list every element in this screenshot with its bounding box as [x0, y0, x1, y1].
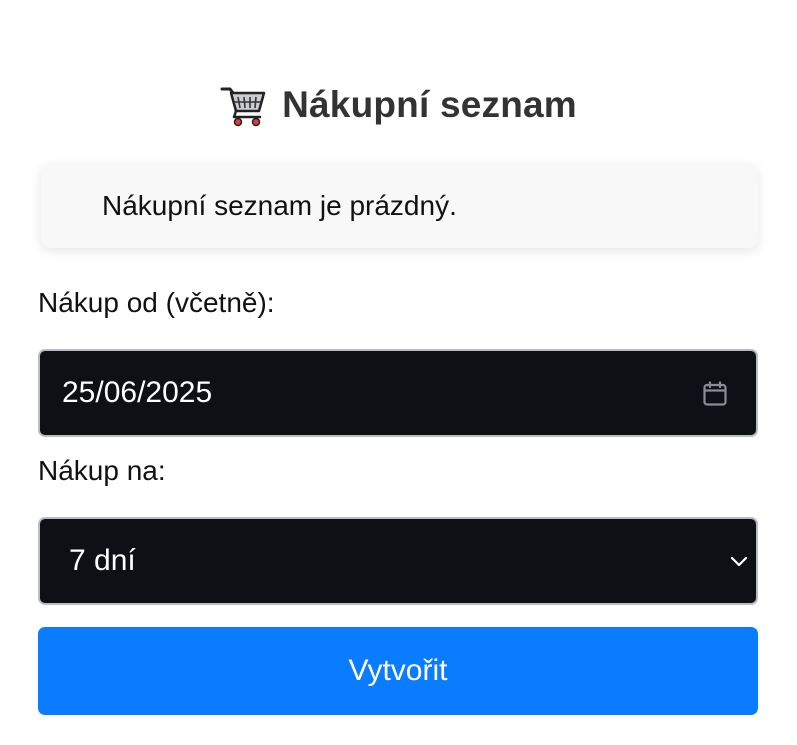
calendar-icon[interactable]	[702, 381, 728, 407]
duration-label: Nákup na:	[38, 455, 166, 486]
empty-list-text: Nákupní seznam je prázdný.	[102, 190, 457, 221]
page-title: Nákupní seznam	[282, 84, 577, 125]
page-header: Nákupní seznam	[0, 78, 797, 132]
date-from-input[interactable]: 25/06/2025	[38, 349, 758, 437]
shopping-cart-icon	[220, 87, 266, 127]
chevron-down-icon	[730, 556, 748, 567]
date-from-label: Nákup od (včetně):	[38, 287, 275, 318]
page: Nákupní seznam Nákupní seznam je prázdný…	[0, 0, 797, 745]
empty-list-message: Nákupní seznam je prázdný.	[41, 164, 758, 248]
date-from-value: 25/06/2025	[62, 376, 213, 409]
duration-selected-value: 7 dní	[69, 544, 136, 577]
create-button[interactable]: Vytvořit	[38, 627, 758, 715]
duration-select[interactable]: 7 dní	[38, 517, 758, 605]
